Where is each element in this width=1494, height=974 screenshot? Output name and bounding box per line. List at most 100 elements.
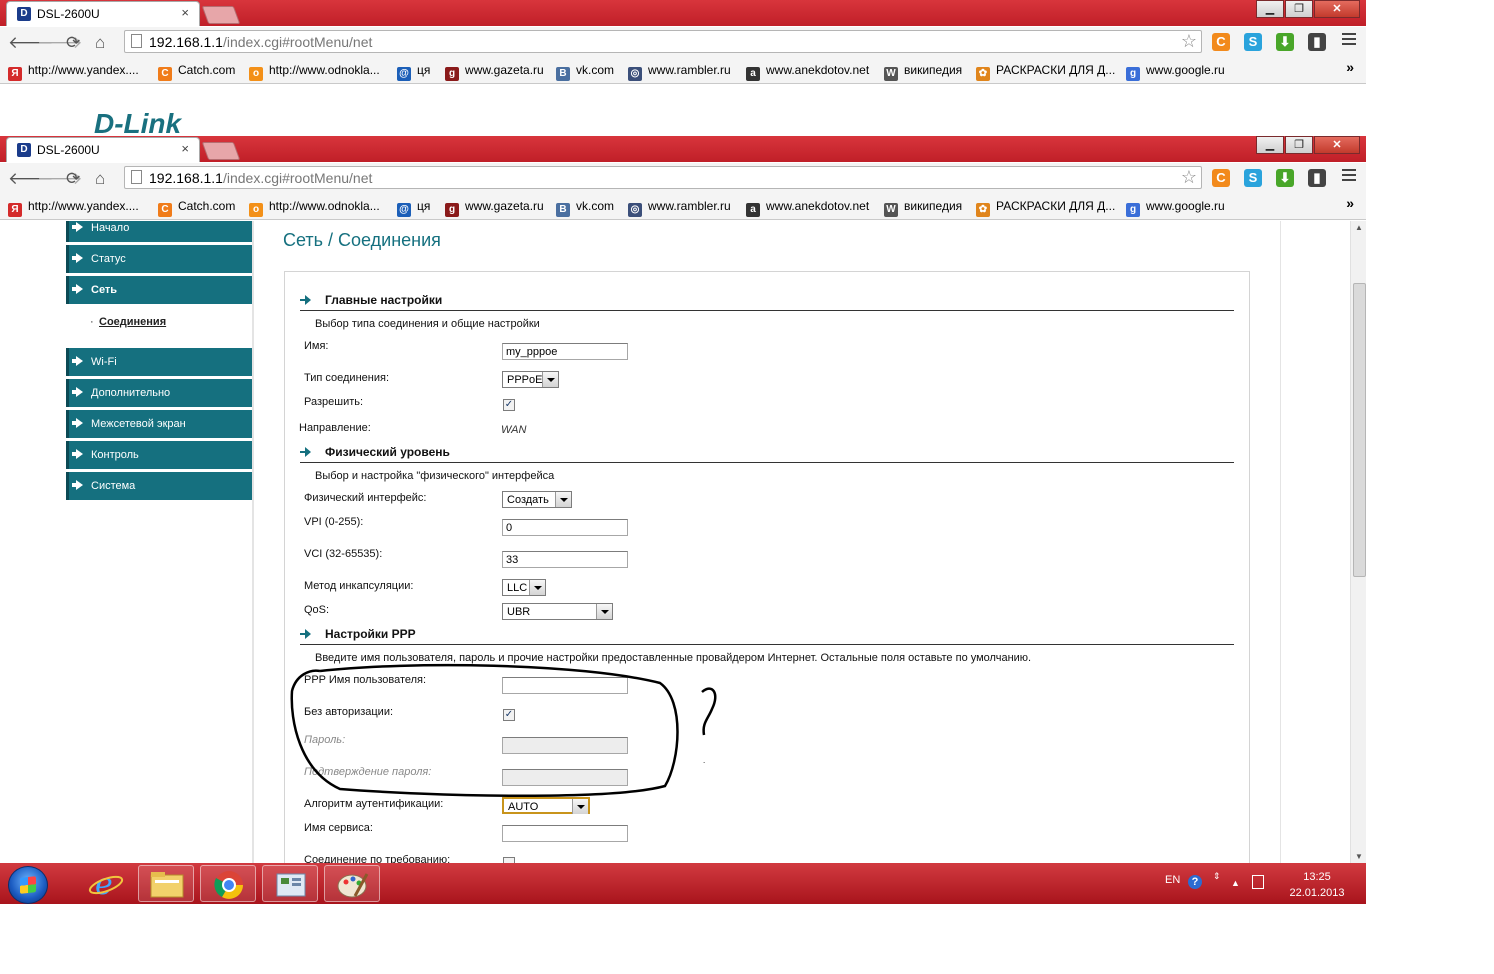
- language-indicator[interactable]: EN: [1165, 874, 1180, 886]
- arrow-right-icon: [72, 253, 83, 263]
- chrome-menu-icon[interactable]: [1342, 33, 1356, 48]
- internet-explorer-icon[interactable]: e: [78, 865, 134, 902]
- catch-extension-icon[interactable]: C: [1212, 169, 1230, 187]
- address-bar[interactable]: 192.168.1.1/index.cgi#rootMenu/net ☆: [124, 166, 1202, 189]
- vpi-input[interactable]: 0: [502, 519, 628, 536]
- address-bar[interactable]: 192.168.1.1/index.cgi#rootMenu/net ☆: [124, 30, 1202, 53]
- bookmark-label: http://www.odnokla...: [269, 63, 380, 77]
- sidebar-item-home[interactable]: Начало: [66, 221, 252, 242]
- new-tab-button[interactable]: [201, 6, 241, 24]
- enable-checkbox[interactable]: ✓: [503, 399, 515, 411]
- bookmarks-overflow-icon[interactable]: »: [1346, 59, 1354, 75]
- sidebar-item-control[interactable]: Контроль: [66, 441, 252, 469]
- divider: [300, 644, 1234, 645]
- bookmark-star-icon[interactable]: ☆: [1181, 31, 1197, 52]
- sidebar-item-system[interactable]: Система: [66, 472, 252, 500]
- bookmark-item[interactable]: g www.google.ru: [1126, 199, 1225, 217]
- sidebar-item-firewall[interactable]: Межсетевой экран: [66, 410, 252, 438]
- sidebar-subitem-connections[interactable]: · Соединения: [72, 309, 252, 347]
- control-panel-icon[interactable]: [262, 865, 318, 902]
- bookmark-item[interactable]: о http://www.odnokla...: [249, 199, 380, 217]
- bookmark-item[interactable]: ◎ www.rambler.ru: [628, 199, 731, 217]
- bookmark-label: http://www.yandex....: [28, 199, 139, 213]
- download-extension-icon[interactable]: ⬇: [1276, 169, 1294, 187]
- chrome-menu-icon[interactable]: [1342, 169, 1356, 184]
- bookmark-item[interactable]: g www.google.ru: [1126, 63, 1225, 81]
- scroll-up-icon[interactable]: ▲: [1355, 223, 1363, 232]
- bookmark-label: www.gazeta.ru: [465, 63, 544, 77]
- download-extension-icon[interactable]: ⬇: [1276, 33, 1294, 51]
- skype-extension-icon[interactable]: S: [1244, 169, 1262, 187]
- paint-icon[interactable]: [324, 865, 380, 902]
- new-tab-button[interactable]: [201, 142, 241, 160]
- wikipedia-icon: W: [884, 203, 898, 217]
- tab-close-icon[interactable]: ×: [181, 141, 189, 156]
- bookmark-item[interactable]: Яhttp://www.yandex....: [8, 63, 139, 81]
- network-icon[interactable]: [1252, 875, 1264, 889]
- browser-tab[interactable]: D DSL-2600U ×: [6, 137, 200, 162]
- start-button[interactable]: [8, 866, 48, 904]
- bookmark-item[interactable]: Wвикипедия: [884, 199, 962, 217]
- encap-select[interactable]: LLC: [502, 579, 546, 596]
- bookmark-item[interactable]: ✿ РАСКРАСКИ ДЛЯ Д...: [976, 63, 1115, 81]
- bookmark-item[interactable]: C Catch.com: [158, 199, 235, 217]
- close-window-icon[interactable]: ✕: [1314, 136, 1360, 154]
- sidebar-item-wifi[interactable]: Wi-Fi: [66, 348, 252, 376]
- phone-extension-icon[interactable]: ▮: [1308, 169, 1326, 187]
- reload-icon[interactable]: ⟳: [66, 33, 80, 53]
- bookmark-item[interactable]: @ ця: [397, 199, 430, 217]
- bookmark-item[interactable]: Bvk.com: [556, 199, 614, 217]
- home-icon[interactable]: ⌂: [95, 169, 105, 189]
- conn-type-select[interactable]: PPPoE: [502, 371, 559, 388]
- home-icon[interactable]: ⌂: [95, 33, 105, 53]
- bookmarks-overflow-icon[interactable]: »: [1346, 195, 1354, 211]
- scroll-thumb[interactable]: [1353, 283, 1366, 577]
- page-scrollbar[interactable]: ▲ ▼: [1350, 221, 1366, 863]
- minimize-icon[interactable]: ▁: [1256, 136, 1284, 154]
- bookmark-item[interactable]: g www.gazeta.ru: [445, 63, 544, 81]
- bookmark-item[interactable]: ◎ www.rambler.ru: [628, 63, 731, 81]
- maximize-icon[interactable]: ❐: [1285, 0, 1313, 18]
- phone-extension-icon[interactable]: ▮: [1308, 33, 1326, 51]
- anekdotov-icon: a: [746, 203, 760, 217]
- vci-input[interactable]: 33: [502, 551, 628, 568]
- sidebar-item-network[interactable]: Сеть: [66, 276, 252, 304]
- system-clock[interactable]: 13:25 22.01.2013: [1278, 869, 1356, 901]
- name-input[interactable]: my_pppoe: [502, 343, 628, 360]
- bookmark-item[interactable]: a www.anekdotov.net: [746, 63, 869, 81]
- sidebar-item-status[interactable]: Статус: [66, 245, 252, 273]
- bookmark-item[interactable]: Bvk.com: [556, 63, 614, 81]
- minimize-icon[interactable]: ▁: [1256, 0, 1284, 18]
- maximize-icon[interactable]: ❐: [1285, 136, 1313, 154]
- browser-tab[interactable]: D DSL-2600U ×: [6, 1, 200, 26]
- explorer-folder-icon[interactable]: [138, 865, 194, 902]
- encap-label: Метод инкапсуляции:: [304, 580, 414, 592]
- bookmark-label: http://www.yandex....: [28, 63, 139, 77]
- tab-close-icon[interactable]: ×: [181, 5, 189, 20]
- bookmark-item[interactable]: @ ця: [397, 63, 430, 81]
- tray-arrows-icon[interactable]: ⇕: [1213, 872, 1221, 881]
- iface-select[interactable]: Создать: [502, 491, 572, 508]
- qos-select[interactable]: UBR: [502, 603, 613, 620]
- sidebar-item-advanced[interactable]: Дополнительно: [66, 379, 252, 407]
- show-hidden-icons[interactable]: ▲: [1231, 878, 1240, 888]
- bullet-icon: ·: [90, 316, 94, 328]
- catch-extension-icon[interactable]: C: [1212, 33, 1230, 51]
- help-icon[interactable]: ?: [1188, 875, 1202, 889]
- bookmark-star-icon[interactable]: ☆: [1181, 167, 1197, 188]
- service-name-input[interactable]: [502, 825, 628, 842]
- bookmark-item[interactable]: о http://www.odnokla...: [249, 63, 380, 81]
- bookmark-item[interactable]: Яhttp://www.yandex....: [8, 199, 139, 217]
- mail-at-icon: @: [397, 203, 411, 217]
- bookmark-item[interactable]: C Catch.com: [158, 63, 235, 81]
- bookmark-label: vk.com: [576, 63, 615, 77]
- chrome-taskbar-icon[interactable]: [200, 865, 256, 902]
- scroll-down-icon[interactable]: ▼: [1355, 852, 1363, 861]
- bookmark-item[interactable]: a www.anekdotov.net: [746, 199, 869, 217]
- bookmark-item[interactable]: g www.gazeta.ru: [445, 199, 544, 217]
- bookmark-item[interactable]: ✿ РАСКРАСКИ ДЛЯ Д...: [976, 199, 1115, 217]
- close-window-icon[interactable]: ✕: [1314, 0, 1360, 18]
- reload-icon[interactable]: ⟳: [66, 169, 80, 189]
- bookmark-item[interactable]: Wвикипедия: [884, 63, 962, 81]
- skype-extension-icon[interactable]: S: [1244, 33, 1262, 51]
